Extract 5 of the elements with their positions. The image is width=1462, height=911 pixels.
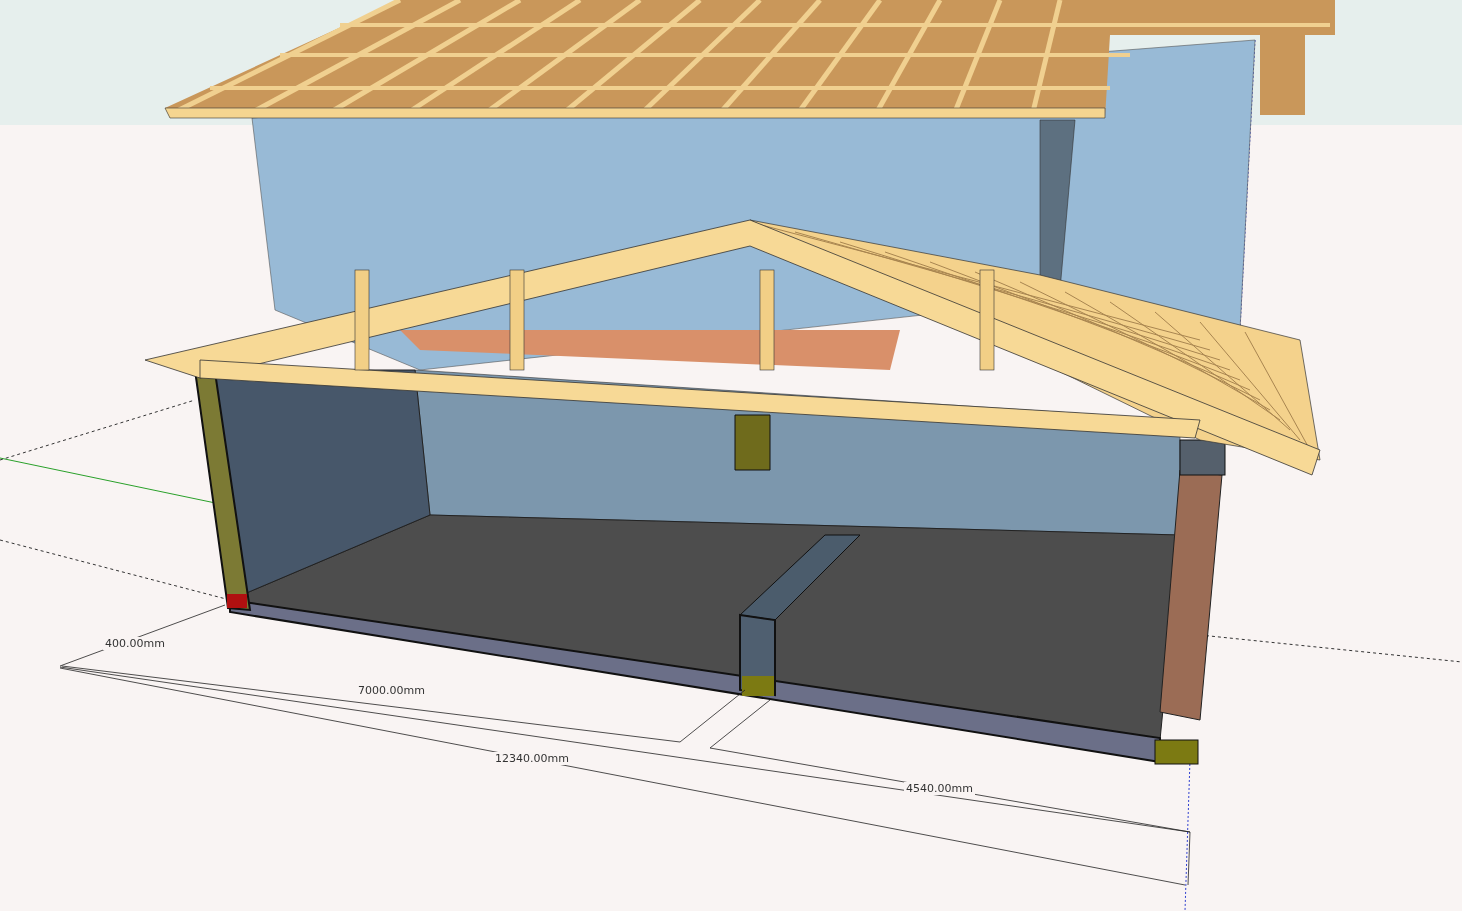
dimension-label: 12340.00mm — [493, 752, 571, 765]
model-viewport[interactable]: 400.00mm 7000.00mm 12340.00mm 4540.00mm — [0, 0, 1462, 911]
dimension-label: 7000.00mm — [356, 684, 427, 697]
dimension-label: 4540.00mm — [904, 782, 975, 795]
dimension-label: 400.00mm — [103, 637, 167, 650]
